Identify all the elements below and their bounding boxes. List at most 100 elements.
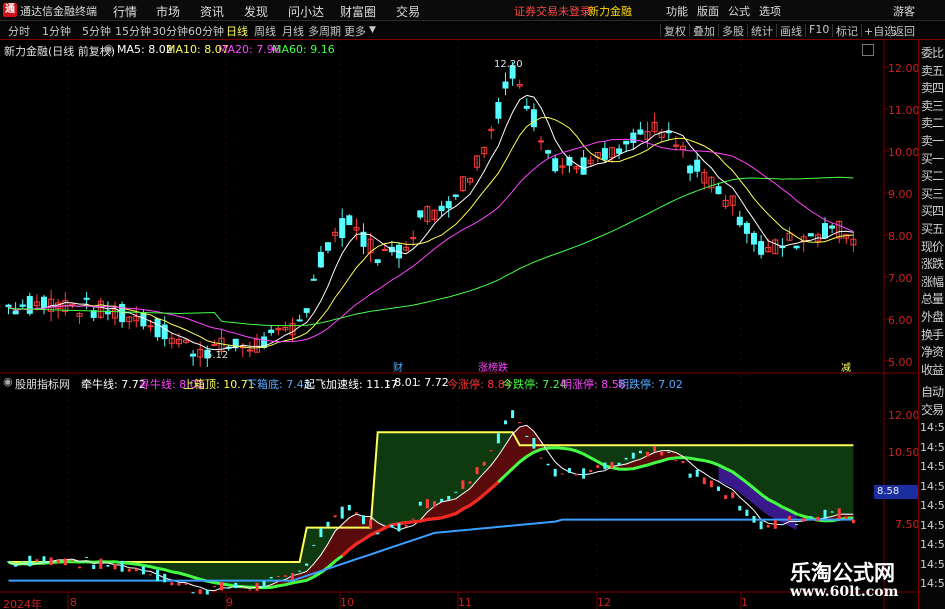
- menu-layout[interactable]: 版面: [697, 3, 719, 19]
- tool-adjust[interactable]: 复权: [664, 23, 686, 39]
- period-30min[interactable]: 30分钟: [152, 23, 188, 39]
- ind-candle: [92, 564, 96, 570]
- ind-candle: [127, 568, 131, 572]
- sidebar-label-14: 总量: [921, 292, 944, 307]
- period-multi[interactable]: 多周期: [308, 23, 341, 39]
- period-5min[interactable]: 5分钟: [82, 23, 111, 39]
- sidebar-time-6: 14:56: [920, 538, 945, 551]
- tool-draw-line[interactable]: 画线: [780, 23, 802, 39]
- menu-ask[interactable]: 问小达: [288, 3, 324, 20]
- ind-candle: [560, 473, 564, 475]
- ind-candle: [49, 557, 53, 566]
- ind-candle: [752, 516, 756, 523]
- candle-body: [5, 304, 12, 308]
- menu-trade[interactable]: 交易: [396, 3, 420, 20]
- tool-back[interactable]: 返回: [893, 23, 915, 39]
- ind-candle: [7, 561, 10, 563]
- current-price-tag: 8.58: [874, 485, 918, 499]
- period-15min[interactable]: 15分钟: [115, 23, 151, 39]
- x-label-nov: 11: [458, 596, 472, 609]
- tool-f10[interactable]: F10: [809, 23, 829, 36]
- candle-body: [90, 310, 97, 318]
- candle-body: [545, 150, 552, 154]
- ind-candle: [35, 559, 39, 562]
- ind-candle: [724, 495, 728, 500]
- candle-body: [374, 259, 381, 263]
- menu-wealth-circle[interactable]: 财富圈: [340, 3, 376, 20]
- tool-mark[interactable]: 标记: [836, 23, 858, 39]
- ind-candle: [276, 575, 280, 577]
- menu-discover[interactable]: 发现: [244, 3, 268, 20]
- ind-candle: [575, 473, 578, 476]
- ind-candle: [638, 450, 642, 454]
- period-weekly[interactable]: 周线: [254, 23, 276, 39]
- visitor-label[interactable]: 游客: [893, 3, 915, 19]
- y-tick-11: 11.00: [888, 104, 920, 117]
- ind-candle: [447, 495, 451, 500]
- ind-candle: [709, 480, 713, 488]
- ma-toggle-icon[interactable]: ◉: [104, 42, 114, 55]
- event-marker-reduce[interactable]: 减: [841, 359, 851, 374]
- ind-candle: [738, 505, 742, 511]
- menu-functions[interactable]: 功能: [666, 3, 688, 19]
- menu-options[interactable]: 选项: [759, 3, 781, 19]
- menu-news[interactable]: 资讯: [200, 3, 224, 20]
- ind-extra-2: : 7.72: [417, 376, 449, 389]
- sidebar-label-19[interactable]: 自动: [921, 383, 945, 400]
- candle-body: [381, 248, 388, 251]
- period-daily[interactable]: 日线: [226, 23, 248, 39]
- chart-area[interactable]: [0, 40, 918, 609]
- candle-body: [438, 205, 445, 212]
- period-monthly[interactable]: 月线: [282, 23, 304, 39]
- sidebar-label-2: 卖四: [921, 81, 944, 96]
- ind-candle: [291, 572, 294, 580]
- ind-y-tick-7-5: 7.50: [895, 518, 920, 531]
- period-60min[interactable]: 60分钟: [188, 23, 224, 39]
- ind-candle: [624, 457, 628, 460]
- candle-body: [538, 140, 544, 143]
- candle-body: [793, 245, 800, 249]
- ind-candle: [326, 521, 330, 527]
- indicator-name: 股朋指标网: [15, 378, 70, 391]
- chart-settings-icon[interactable]: [862, 44, 874, 56]
- sidebar-label-16: 换手: [921, 327, 944, 342]
- y-tick-6: 6.00: [888, 314, 913, 327]
- ind-candle: [70, 560, 74, 562]
- ind-candle: [184, 583, 188, 585]
- candle-body: [26, 295, 33, 314]
- sidebar-time-5: 14:56: [920, 518, 945, 532]
- ind-candle: [823, 509, 827, 519]
- ind-candle: [85, 556, 89, 558]
- x-label-oct: 10: [340, 596, 354, 609]
- sidebar-label-20[interactable]: 交易: [921, 401, 945, 418]
- ind-candle: [702, 477, 706, 485]
- event-marker-limit[interactable]: 涨榜跌: [478, 359, 508, 374]
- ind-candle: [802, 518, 806, 522]
- period-1min[interactable]: 1分钟: [42, 23, 71, 39]
- candle-body: [637, 129, 644, 135]
- tool-statistics[interactable]: 统计: [751, 23, 773, 39]
- ind-candle: [504, 420, 507, 425]
- period-timeshare[interactable]: 分时: [8, 23, 30, 39]
- ind-candle: [227, 587, 231, 589]
- ind-candle: [816, 516, 820, 521]
- ind-candle: [141, 566, 145, 575]
- ind-y-tick-12: 12.00: [888, 409, 920, 422]
- chevron-down-icon[interactable]: ▼: [369, 25, 376, 35]
- candle-body: [616, 148, 623, 154]
- tool-multi-stock[interactable]: 多股: [722, 23, 744, 39]
- indicator-toggle-icon[interactable]: ◉: [3, 375, 13, 388]
- menu-market-quotes[interactable]: 行情: [113, 3, 137, 20]
- ind-candle: [425, 499, 429, 509]
- menu-market[interactable]: 市场: [156, 3, 180, 20]
- ind-candle: [269, 577, 273, 579]
- tool-overlay[interactable]: 叠加: [693, 23, 715, 39]
- event-marker-finance[interactable]: 财: [393, 359, 403, 374]
- ind-candle: [248, 589, 252, 591]
- period-more[interactable]: 更多: [344, 23, 366, 39]
- menu-formula[interactable]: 公式: [728, 3, 750, 19]
- candle-body: [552, 158, 559, 172]
- ind-candle: [617, 462, 621, 466]
- y-tick-12: 12.00: [888, 62, 920, 75]
- login-status[interactable]: 证券交易未登录: [514, 3, 591, 19]
